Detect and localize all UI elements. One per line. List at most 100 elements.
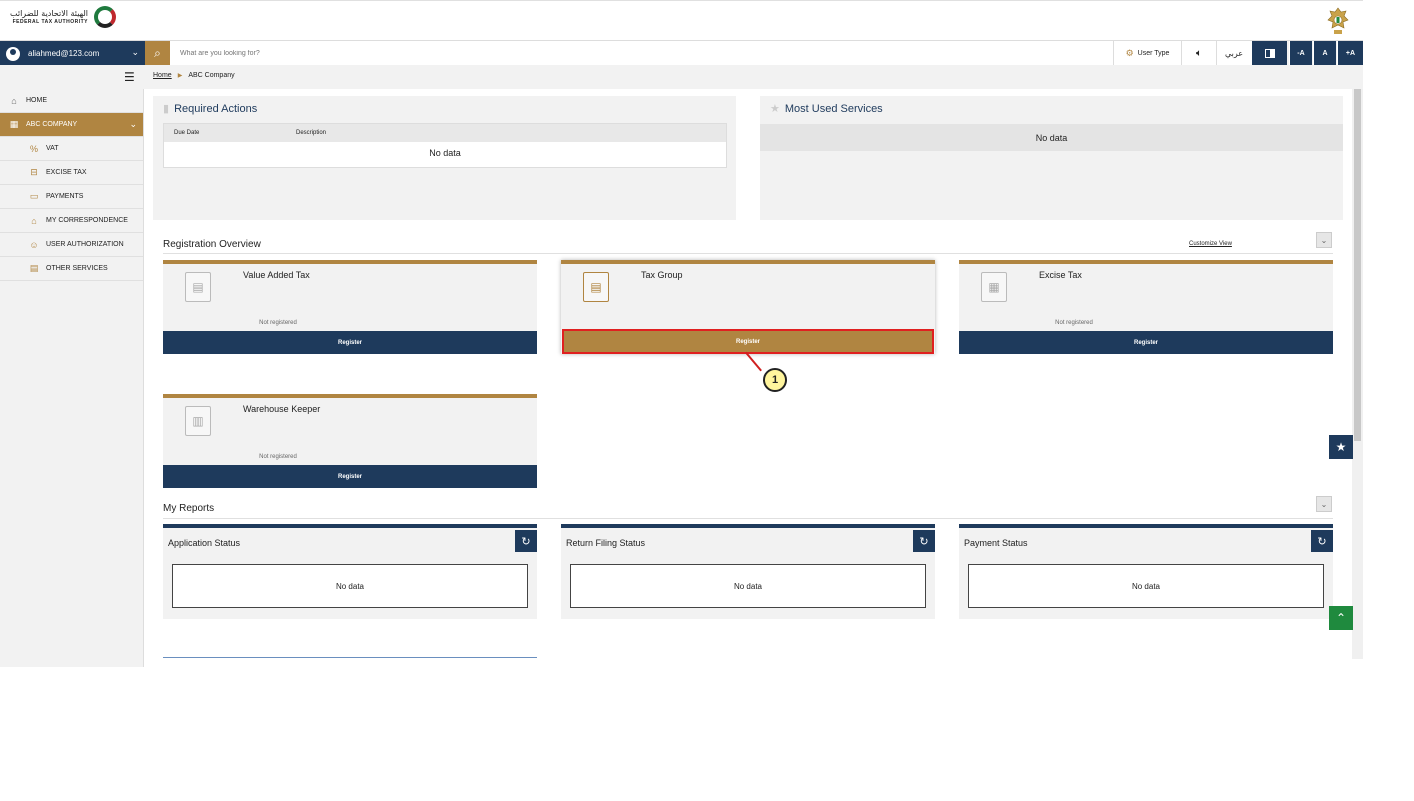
- warehouse-icon: ▥: [185, 406, 211, 436]
- star-icon: ★: [1335, 440, 1347, 454]
- most-used-services-panel: ★ Most Used Services No data: [760, 96, 1343, 220]
- my-reports-title: My Reports: [163, 503, 215, 514]
- report-card-application-status: Application Status ↻ No data: [163, 524, 537, 619]
- report-empty: No data: [968, 564, 1324, 608]
- required-actions-title: Required Actions: [174, 102, 258, 115]
- font-decrease-button[interactable]: -A: [1289, 41, 1312, 66]
- sidebar-item-user-authorization[interactable]: ☺ USER AUTHORIZATION: [0, 233, 143, 257]
- chevron-down-icon: ⌄: [1320, 235, 1328, 245]
- top-header: الهيئة الاتحادية للضرائب FEDERAL TAX AUT…: [0, 1, 1363, 40]
- app-window: الهيئة الاتحادية للضرائب FEDERAL TAX AUT…: [0, 0, 1363, 667]
- next-section-border: [163, 657, 537, 658]
- logo-arabic-text: الهيئة الاتحادية للضرائب: [10, 8, 88, 18]
- home-icon: ⌂: [11, 95, 17, 106]
- breadcrumb-current: ABC Company: [188, 72, 235, 79]
- scrollbar[interactable]: [1352, 89, 1363, 659]
- user-type-label: User Type: [1137, 50, 1170, 57]
- sidebar-item-excise-tax[interactable]: ⊟ EXCISE TAX: [0, 161, 143, 185]
- sidebar-item-my-correspondence[interactable]: ⌂ MY CORRESPONDENCE: [0, 209, 143, 233]
- chevron-down-icon: ⌄: [131, 47, 139, 57]
- search-input[interactable]: [170, 41, 1113, 66]
- user-key-icon: ☺: [29, 239, 39, 250]
- favorites-button[interactable]: ★: [1329, 435, 1353, 459]
- sidebar-item-payments[interactable]: ▭ PAYMENTS: [0, 185, 143, 209]
- logo-ring-icon: [93, 6, 116, 28]
- language-label: عربي: [1224, 49, 1244, 58]
- hamburger-menu-icon[interactable]: ☰: [124, 70, 135, 84]
- report-title: Return Filing Status: [566, 538, 646, 548]
- user-avatar-icon: [6, 46, 20, 61]
- sidebar-item-label: EXCISE TAX: [46, 169, 87, 176]
- registration-card-warehouse-keeper: ▥ Warehouse Keeper Not registered Regist…: [163, 394, 537, 488]
- grid-icon: ▦: [9, 119, 19, 129]
- user-menu[interactable]: aliahmed@123.com ⌄: [0, 41, 145, 66]
- fta-logo[interactable]: الهيئة الاتحادية للضرائب FEDERAL TAX AUT…: [10, 6, 116, 28]
- vat-document-icon: ▤: [185, 272, 211, 302]
- card-title: Excise Tax: [1039, 270, 1082, 280]
- refresh-button[interactable]: ↻: [913, 530, 935, 552]
- scrollbar-thumb[interactable]: [1354, 89, 1361, 441]
- card-title: Tax Group: [641, 270, 683, 280]
- report-card-return-filing-status: Return Filing Status ↻ No data: [561, 524, 935, 619]
- font-normal-button[interactable]: A: [1313, 41, 1336, 66]
- description-header: Description: [296, 130, 327, 136]
- register-excise-tax-button[interactable]: Register: [959, 331, 1333, 354]
- sidebar-item-other-services[interactable]: ▤ OTHER SERVICES: [0, 257, 143, 281]
- uae-emblem-icon: [1327, 7, 1349, 34]
- required-actions-panel: ▮ Required Actions Due Date Description …: [153, 96, 736, 220]
- sidebar-item-label: ABC COMPANY: [26, 121, 78, 128]
- registration-card-tax-group: ▤ Tax Group Register: [561, 260, 935, 354]
- card-status: Not registered: [1055, 320, 1093, 326]
- register-vat-button[interactable]: Register: [163, 331, 537, 354]
- collapse-registration-button[interactable]: ⌄: [1316, 232, 1332, 248]
- card-status: Not registered: [259, 320, 297, 326]
- refresh-button[interactable]: ↻: [1311, 530, 1333, 552]
- card-title: Value Added Tax: [243, 270, 310, 280]
- refresh-icon: ↻: [521, 535, 531, 548]
- card-title: Warehouse Keeper: [243, 404, 321, 414]
- register-tax-group-button[interactable]: Register: [562, 329, 934, 354]
- sidebar-item-abc-company[interactable]: ▦ ABC COMPANY ⌄: [0, 113, 143, 137]
- required-actions-empty: No data: [429, 148, 461, 158]
- register-warehouse-keeper-button[interactable]: Register: [163, 465, 537, 488]
- audio-button[interactable]: 🔈︎: [1181, 41, 1216, 66]
- payment-card-icon: ▭: [29, 191, 39, 201]
- sidebar-item-label: USER AUTHORIZATION: [46, 241, 124, 248]
- refresh-icon: ↻: [919, 535, 929, 548]
- sidebar-item-home[interactable]: ⌂ HOME: [0, 89, 143, 113]
- sidebar-item-label: VAT: [46, 145, 59, 152]
- speaker-icon: 🔈︎: [1196, 48, 1202, 59]
- building-icon: ⌂: [31, 215, 37, 226]
- divider: [163, 518, 1333, 519]
- collapse-reports-button[interactable]: ⌄: [1316, 496, 1332, 512]
- sidebar-item-label: MY CORRESPONDENCE: [46, 217, 128, 224]
- sidebar-item-label: OTHER SERVICES: [46, 265, 108, 272]
- most-used-empty: No data: [760, 124, 1343, 151]
- contrast-button[interactable]: [1251, 41, 1287, 66]
- customize-view-link[interactable]: Customize View: [1189, 241, 1232, 247]
- double-chevron-up-icon: ⌃: [1335, 611, 1347, 625]
- refresh-button[interactable]: ↻: [515, 530, 537, 552]
- calculator-icon: ▦: [981, 272, 1007, 302]
- language-button[interactable]: عربي: [1216, 41, 1251, 66]
- user-email: aliahmed@123.com: [28, 49, 100, 58]
- tax-group-document-icon: ▤: [583, 272, 609, 302]
- report-empty: No data: [172, 564, 528, 608]
- search-button[interactable]: ⌕: [145, 41, 170, 66]
- navbar: aliahmed@123.com ⌄ ⌕ ⚙ User Type 🔈︎ عربي…: [0, 40, 1363, 66]
- required-actions-table: Due Date Description No data: [163, 123, 727, 168]
- card-status: Not registered: [259, 454, 297, 460]
- sidebar-item-label: PAYMENTS: [46, 193, 84, 200]
- breadcrumb-bar: ☰ Home ▶ ABC Company: [0, 65, 1363, 89]
- breadcrumb-home-link[interactable]: Home: [153, 72, 172, 79]
- user-type-button[interactable]: ⚙ User Type: [1113, 41, 1181, 66]
- report-card-payment-status: Payment Status ↻ No data: [959, 524, 1333, 619]
- callout-pointer: [745, 351, 762, 372]
- sidebar-item-vat[interactable]: % VAT: [0, 137, 143, 161]
- scroll-to-top-button[interactable]: ⌃: [1329, 606, 1353, 630]
- document-icon: ▤: [29, 263, 39, 273]
- registration-overview-title: Registration Overview: [163, 239, 261, 250]
- chevron-down-icon: ⌄: [129, 119, 137, 129]
- clipboard-icon: ▮: [163, 103, 170, 115]
- font-increase-button[interactable]: +A: [1337, 41, 1363, 66]
